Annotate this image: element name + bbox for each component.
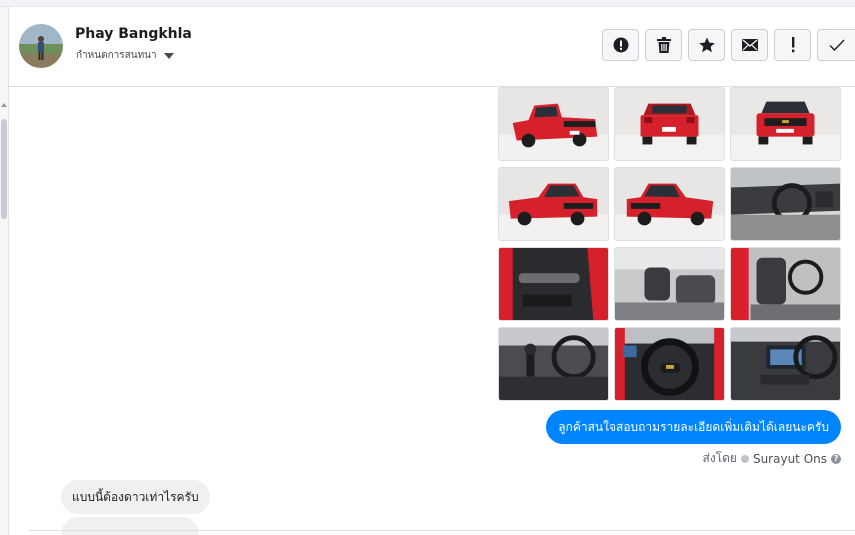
photo-infotainment-screen[interactable] [730, 327, 841, 401]
scroll-up-arrow-icon[interactable] [1, 103, 7, 107]
message-thread[interactable]: ลูกค้าสนใจสอบถามรายละเอียดเพิ่มเติมได้เล… [9, 87, 855, 535]
envelope-icon [741, 39, 758, 51]
photo-steering-wheel[interactable] [614, 327, 725, 401]
mark-unread-button[interactable] [731, 29, 768, 61]
incoming-message-bubble-partial[interactable] [61, 517, 199, 535]
star-button[interactable] [688, 29, 725, 61]
contact-name[interactable]: Phay Bangkhla [75, 26, 192, 42]
star-icon [698, 37, 715, 53]
exclamation-icon [791, 37, 794, 53]
photo-grid [498, 87, 841, 401]
report-button[interactable] [602, 29, 639, 61]
photo-door-panel[interactable] [498, 247, 609, 321]
incoming-message-bubble[interactable]: แบบนี้ต้องดาวเท่าไรครับ [61, 480, 210, 514]
schedule-label: กำหนดการสนทนา [76, 50, 157, 61]
outgoing-message-bubble[interactable]: ลูกค้าสนใจสอบถามรายละเอียดเพิ่มเติมได้เล… [546, 410, 841, 444]
photo-car-front-three-quarter-right[interactable] [614, 167, 725, 241]
trash-icon [656, 37, 671, 53]
spam-button[interactable] [774, 29, 811, 61]
verified-check-icon [740, 454, 749, 463]
check-icon [829, 39, 845, 51]
alert-circle-icon [613, 37, 628, 53]
sent-by-name[interactable]: Surayut Ons [753, 452, 827, 466]
conversation-header: Phay Bangkhla กำหนดการสนทนา [9, 7, 855, 87]
window-top-strip [0, 0, 855, 7]
photo-car-rear[interactable] [614, 87, 725, 161]
photo-interior-dashboard[interactable] [730, 167, 841, 241]
conversation-schedule-dropdown[interactable]: กำหนดการสนทนา [76, 48, 174, 63]
photo-car-front-three-quarter-left[interactable] [498, 167, 609, 241]
scrollbar-left[interactable] [0, 7, 9, 535]
photo-gear-shift[interactable] [498, 327, 609, 401]
caret-down-icon [163, 52, 174, 59]
photo-interior-seats-rear[interactable] [614, 247, 725, 321]
delete-button[interactable] [645, 29, 682, 61]
sent-by-info: ส่งโดย Surayut Ons ? [702, 449, 841, 468]
composer-divider [29, 530, 855, 531]
header-actions [602, 29, 855, 61]
contact-avatar[interactable] [19, 24, 63, 68]
photo-car-front[interactable] [730, 87, 841, 161]
photo-interior-seats-front[interactable] [730, 247, 841, 321]
sent-by-label: ส่งโดย [702, 451, 737, 465]
help-icon[interactable]: ? [831, 453, 841, 464]
mark-done-button[interactable] [817, 29, 855, 61]
photo-car-rear-three-quarter[interactable] [498, 87, 609, 161]
scrollbar-thumb[interactable] [1, 119, 7, 219]
